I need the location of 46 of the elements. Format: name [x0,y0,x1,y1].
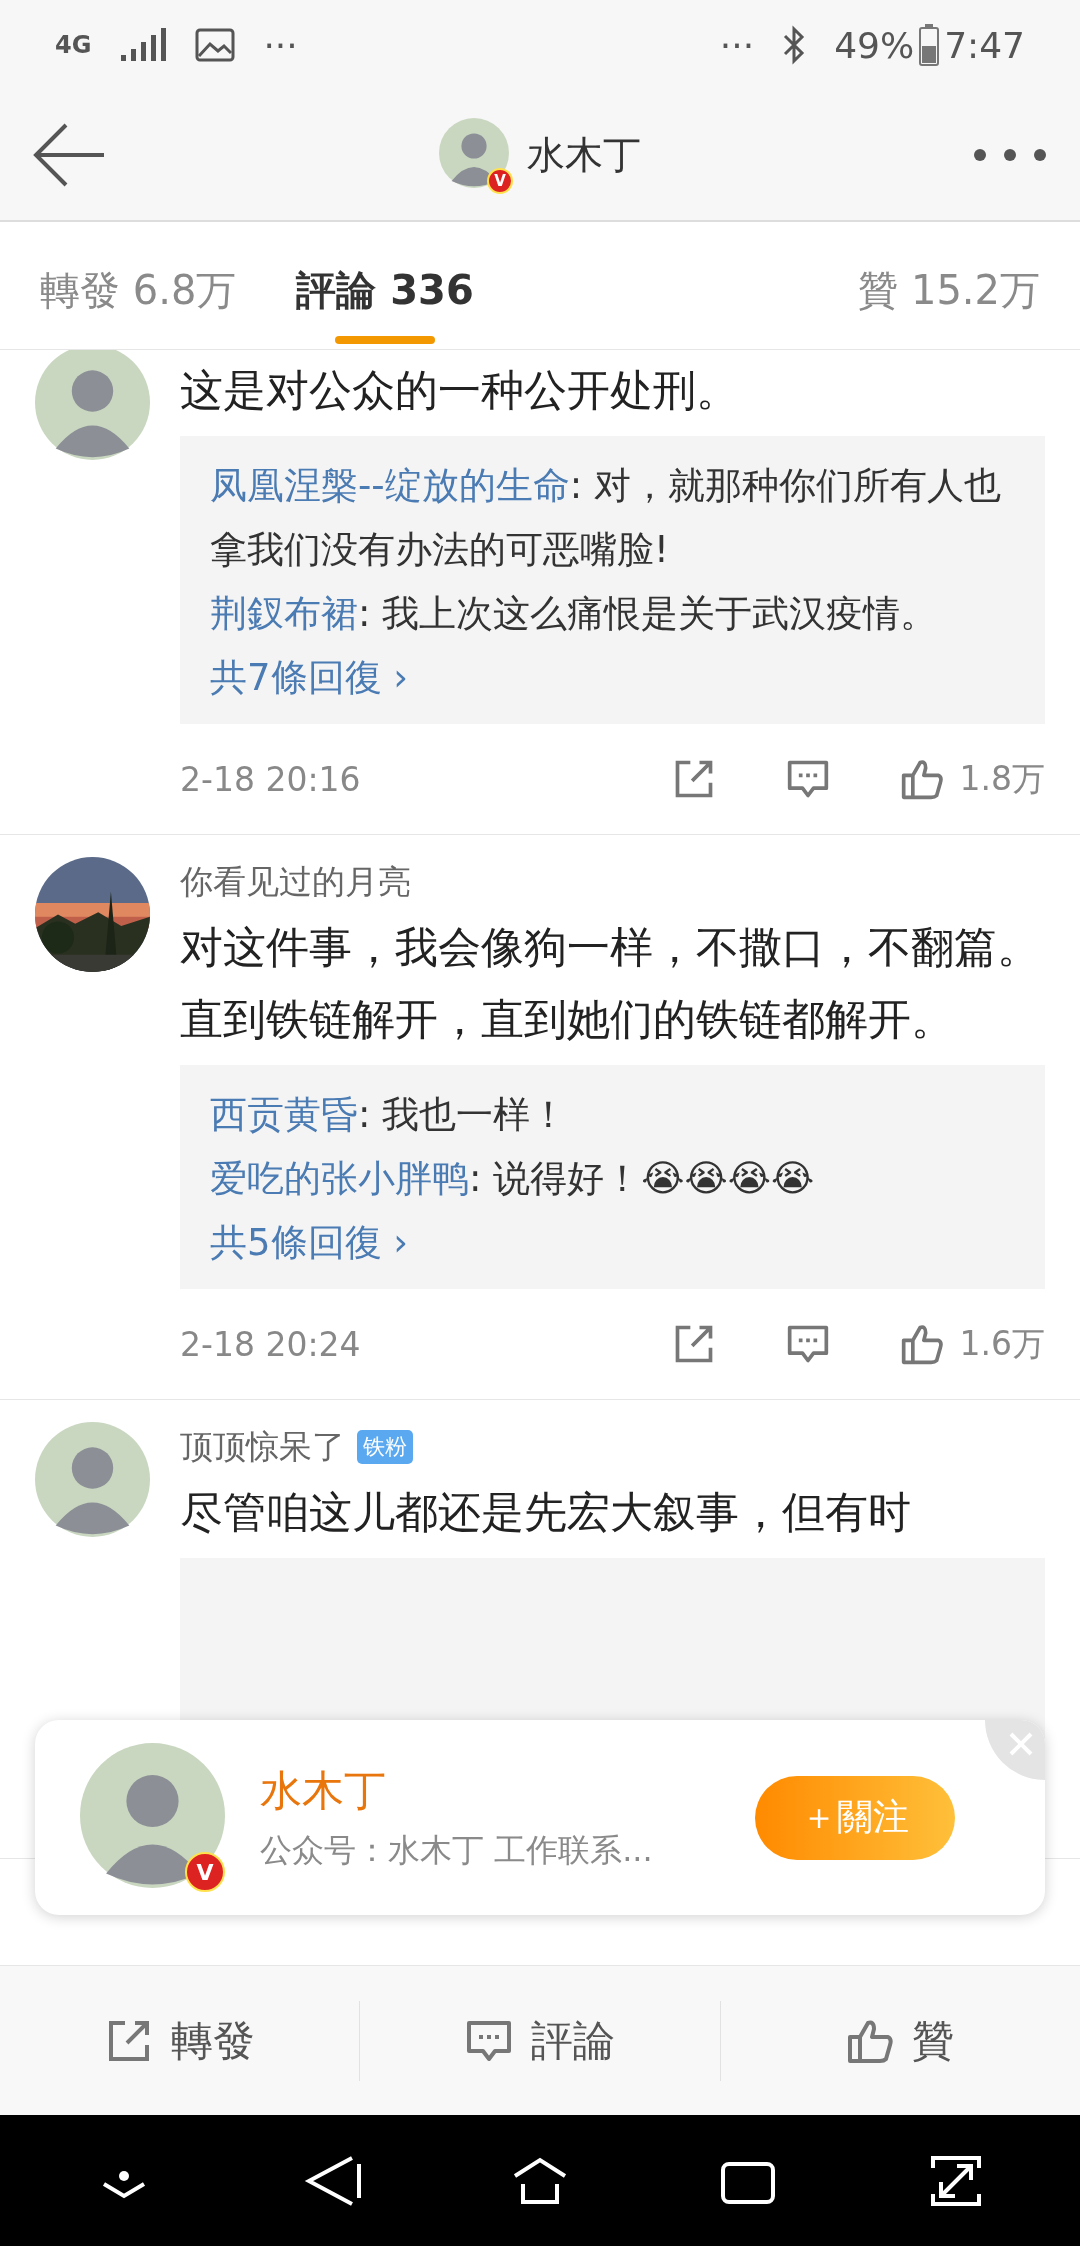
reply-text: 爱吃的张小胖鸭: 说得好！😭😭😭😭 [210,1156,816,1202]
reply-username[interactable]: 凤凰涅槃--绽放的生命 [210,464,570,507]
avatar-icon [80,1743,225,1888]
comment-text: 对这件事，我会像狗一样，不撒口，不翻篇。直到铁链解开，直到她们的铁链都解开。 [180,921,1041,1046]
reply-text: 凤凰涅槃--绽放的生命: 对，就那种你们所有人也拿我们没有办法的可恶嘴脸! [210,463,1002,573]
battery-icon [918,23,941,67]
username[interactable]: 你看见过的月亮 [180,859,411,905]
comment-text: 这是对公众的一种公开处刑。 [180,364,740,417]
avatar-icon [35,1422,150,1537]
reply-username[interactable]: 爱吃的张小胖鸭 [210,1157,469,1200]
verified-badge: V [185,1852,225,1892]
tab[interactable]: 評論 336 [296,243,474,348]
page-title: 水木丁 [527,131,641,179]
avatar-icon [35,350,150,460]
like-count: 1.6万 [959,1322,1045,1365]
reply-username[interactable]: 西贡黄昏 [210,1093,358,1136]
signal-icon [119,27,168,63]
more-indicator: ··· [719,24,755,66]
action-button[interactable]: 贊 [719,2000,1080,2081]
tab[interactable]: 轉發 6.8万 [40,243,237,348]
thumbs-up-icon[interactable] [899,1322,944,1366]
comment-text: 尽管咱这儿都还是先宏大叙事，但有时 [180,1486,912,1539]
more-indicator: ··· [263,24,298,66]
reply-text: 西贡黄昏: 我也一样！ [210,1092,569,1138]
verified-badge: V [487,168,513,194]
image-icon [195,28,236,62]
timestamp: 2-18 20:16 [180,759,362,799]
more-replies-link[interactable]: 共7條回復 › [210,646,1015,710]
account-description: 公众号：水木丁 工作联系... [260,1829,654,1871]
timestamp: 2-18 20:24 [180,1324,362,1364]
clock-time: 7:47 [944,24,1025,66]
account-name: 水木丁 [260,1764,387,1817]
reply-text: 荆釵布裙: 我上次这么痛恨是关于武汉疫情。 [210,591,939,637]
fan-badge: 铁粉 [357,1430,413,1464]
username[interactable]: 顶顶惊呆了 [180,1424,345,1470]
thumbs-up-icon[interactable] [899,757,944,801]
battery-percent: 49% [834,24,915,66]
more-replies-link[interactable]: 共5條回復 › [210,1211,1015,1275]
avatar-icon [439,118,509,188]
like-count: 1.8万 [959,757,1045,800]
action-button[interactable]: 評論 [359,2000,720,2081]
bluetooth-icon [782,25,807,65]
tab[interactable]: 贊 15.2万 [858,243,1040,348]
network-type-indicator: 4G [55,31,92,59]
reply-username[interactable]: 荆釵布裙 [210,592,358,635]
action-button[interactable]: 轉發 [0,2000,360,2081]
